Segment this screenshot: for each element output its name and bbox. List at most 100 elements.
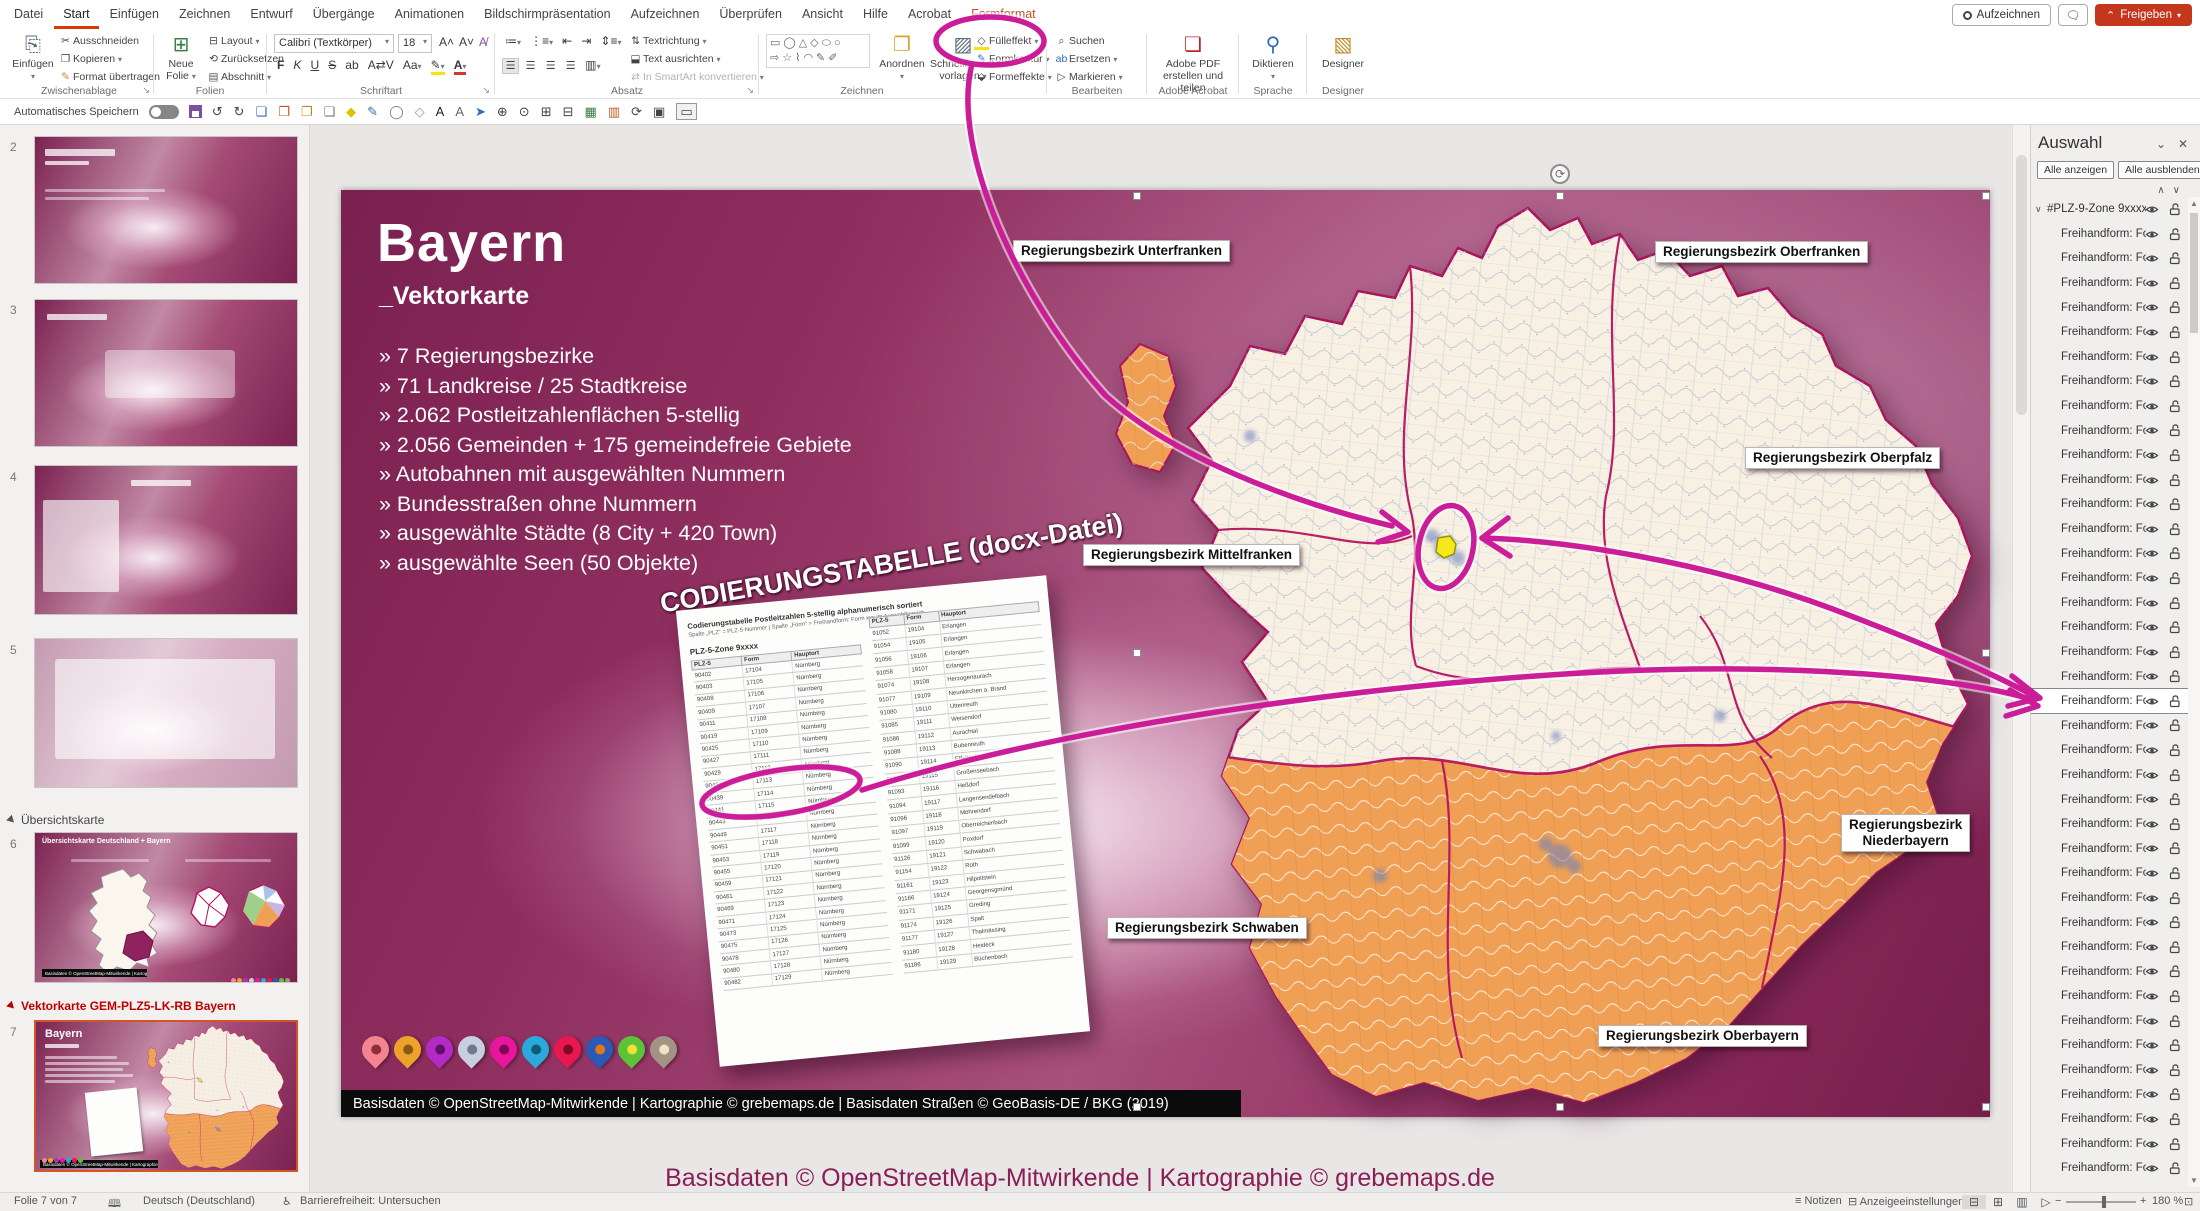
visibility-eye-icon[interactable] [2145, 794, 2159, 808]
selection-pane-row[interactable]: ∨ Freihandform: Form 1... [2031, 763, 2189, 788]
unlock-icon[interactable] [2169, 769, 2181, 785]
zoom-in-button[interactable]: + [2140, 1195, 2146, 1207]
bring-forward-icon[interactable]: ∧ [2157, 185, 2172, 196]
text-shadow-button[interactable]: ab [345, 58, 358, 72]
copy-icon[interactable]: ❐ [278, 105, 290, 118]
autosave-toggle[interactable] [149, 105, 179, 119]
highlight-color-button[interactable]: ✎▾ [431, 58, 445, 75]
slide-canvas[interactable]: Bayern _Vektorkarte » 7 Regierungsbezirk… [341, 190, 1990, 1117]
selection-pane-row[interactable]: ∨ Freihandform: Form 1... [2031, 984, 2189, 1009]
selection-pane-row[interactable]: ∨ Freihandform: Form 1... [2031, 812, 2189, 837]
selection-handle[interactable] [1133, 192, 1141, 200]
shrink-font-button[interactable]: A˅ [459, 35, 474, 49]
italic-button[interactable]: K [293, 58, 301, 72]
unlock-icon[interactable] [2169, 203, 2181, 219]
increase-indent-button[interactable]: ⇥ [581, 34, 591, 48]
record-button[interactable]: Aufzeichnen [1952, 4, 2051, 26]
visibility-eye-icon[interactable] [2145, 548, 2159, 562]
menu-tab-start[interactable]: Start [54, 0, 98, 29]
selection-pane-row[interactable]: ∨ Freihandform: Form 1... [2031, 345, 2189, 370]
language-indicator[interactable]: Deutsch (Deutschland) [143, 1195, 255, 1207]
align-right-button[interactable]: ☰ [542, 59, 559, 75]
visibility-eye-icon[interactable] [2145, 352, 2159, 366]
menu-tab-acrobat[interactable]: Acrobat [899, 0, 960, 26]
layout-button[interactable]: ⊟Layout ▾ [206, 35, 259, 47]
visibility-eye-icon[interactable] [2145, 843, 2159, 857]
menu-tab-überprüfen[interactable]: Überprüfen [710, 0, 791, 26]
selection-handle[interactable] [1982, 649, 1990, 657]
visibility-eye-icon[interactable] [2145, 893, 2159, 907]
slide-thumbnail-5[interactable] [34, 638, 298, 788]
scroll-down-icon[interactable]: ▼ [2190, 1176, 2198, 1185]
slide-thumbnail-4[interactable] [34, 465, 298, 615]
visibility-eye-icon[interactable] [2145, 598, 2159, 612]
visibility-eye-icon[interactable] [2145, 1040, 2159, 1054]
selection-pane-row[interactable]: ∨ Freihandform: Form 1... [2031, 468, 2189, 493]
accessibility-icon[interactable]: ♿ [282, 1195, 292, 1208]
menu-tab-bildschirmpräsentation[interactable]: Bildschirmpräsentation [475, 0, 619, 26]
selection-pane-row[interactable]: ∨ Freihandform: Form 1... [2031, 591, 2189, 616]
selection-pane-row[interactable]: ∨ Freihandform: Form 1... [2031, 295, 2189, 320]
selection-pane-row[interactable]: ∨ Freihandform: Form 1... [2031, 1156, 2189, 1181]
unlock-icon[interactable] [2169, 474, 2181, 490]
display-settings-button[interactable]: ⊟ Anzeigeeinstellungen [1848, 1195, 1964, 1208]
strikethrough-button[interactable]: S [328, 58, 336, 72]
selection-pane-row[interactable]: ∨ Freihandform: Form 1... [2031, 861, 2189, 886]
selection-pane-row[interactable]: ∨ Freihandform: Form 1... [2031, 443, 2189, 468]
selection-pane-row[interactable]: ∨ Freihandform: Form 1... [2031, 320, 2189, 345]
menu-tab-entwurf[interactable]: Entwurf [241, 0, 301, 26]
selection-pane-row[interactable]: ∨ Freihandform: Form 1... [2031, 910, 2189, 935]
unlock-icon[interactable] [2169, 498, 2181, 514]
smartart-button[interactable]: ⇄In SmartArt konvertieren ▾ [628, 71, 764, 83]
selection-pane-row[interactable]: ∨ Freihandform: Form 1... [2031, 222, 2189, 247]
visibility-eye-icon[interactable] [2145, 229, 2159, 243]
bold-button[interactable]: F [277, 58, 284, 72]
unlock-icon[interactable] [2169, 1113, 2181, 1129]
unlock-icon[interactable] [2169, 547, 2181, 563]
font-size-select[interactable]: 18 ▾ [398, 34, 432, 53]
selection-pane-row[interactable]: ∨ Freihandform: Form 1... [2031, 836, 2189, 861]
visibility-eye-icon[interactable] [2145, 1089, 2159, 1103]
cut-button[interactable]: ✂Ausschneiden [58, 35, 139, 47]
unlock-icon[interactable] [2169, 228, 2181, 244]
visibility-eye-icon[interactable] [2145, 745, 2159, 759]
visibility-eye-icon[interactable] [2145, 327, 2159, 341]
font-color-icon[interactable]: A [436, 105, 445, 118]
table-row-icon[interactable]: ⊟ [563, 105, 574, 118]
unlock-icon[interactable] [2169, 597, 2181, 613]
unlock-icon[interactable] [2169, 695, 2181, 711]
image-icon[interactable]: ▦ [585, 105, 597, 118]
font-color-button[interactable]: A▾ [454, 58, 467, 75]
collapse-chevron-icon[interactable]: ∨ [2035, 204, 2042, 215]
selection-pane-row[interactable]: ∨ Freihandform: Form 1... [2031, 492, 2189, 517]
find-button[interactable]: ⌕Suchen [1054, 35, 1105, 48]
unlock-icon[interactable] [2169, 1138, 2181, 1154]
selection-pane-row[interactable]: ∨ Freihandform: Form 1... [2031, 271, 2189, 296]
visibility-eye-icon[interactable] [2145, 819, 2159, 833]
slide-thumbnail-7-selected[interactable]: Bayern Basisdaten © OpenStreetMap-Mitwir… [34, 1020, 298, 1172]
frame-icon[interactable]: ▣ [653, 105, 665, 118]
selection-pane-row[interactable]: ∨ Freihandform: Form 1... [2031, 1132, 2189, 1157]
dialog-launcher-icon[interactable]: ↘ [746, 85, 754, 96]
selection-pane-row[interactable]: ∨ Freihandform: Form 1... [2031, 1058, 2189, 1083]
hide-all-button[interactable]: Alle ausblenden [2118, 161, 2200, 179]
dialog-launcher-icon[interactable]: ↘ [482, 85, 490, 96]
selection-handle[interactable] [1133, 649, 1141, 657]
selection-pane-row[interactable]: ∨ Freihandform: Form 1... [2031, 541, 2189, 566]
unlock-icon[interactable] [2169, 646, 2181, 662]
selection-pane-row[interactable]: ∨ Freihandform: Form 1... [2031, 566, 2189, 591]
visibility-eye-icon[interactable] [2145, 253, 2159, 267]
dialog-launcher-icon[interactable]: ↘ [142, 85, 150, 96]
select-button[interactable]: ▷Markieren ▾ [1054, 71, 1123, 83]
selection-pane-row[interactable]: ∨ Freihandform: Form 1... [2031, 959, 2189, 984]
selection-pane-row[interactable]: ∨ Freihandform: Form 1... [2031, 418, 2189, 443]
new-slide-button[interactable]: ⊞NeueFolie ▾ [158, 32, 204, 82]
selection-pane-row[interactable]: ∨ Freihandform: Form 1... [2031, 1082, 2189, 1107]
char-format-icon[interactable]: A [455, 105, 464, 118]
slide-thumbnail-6[interactable]: Übersichtskarte Deutschland + Bayern Bas… [34, 832, 298, 983]
columns-button[interactable]: ▥▾ [585, 58, 600, 72]
visibility-eye-icon[interactable] [2145, 1163, 2159, 1177]
format-painter-icon[interactable]: ◇ [415, 105, 425, 118]
align-center-button[interactable]: ☰ [522, 59, 539, 75]
selection-pane-row[interactable]: ∨ Freihandform: Form 1... [2031, 517, 2189, 542]
